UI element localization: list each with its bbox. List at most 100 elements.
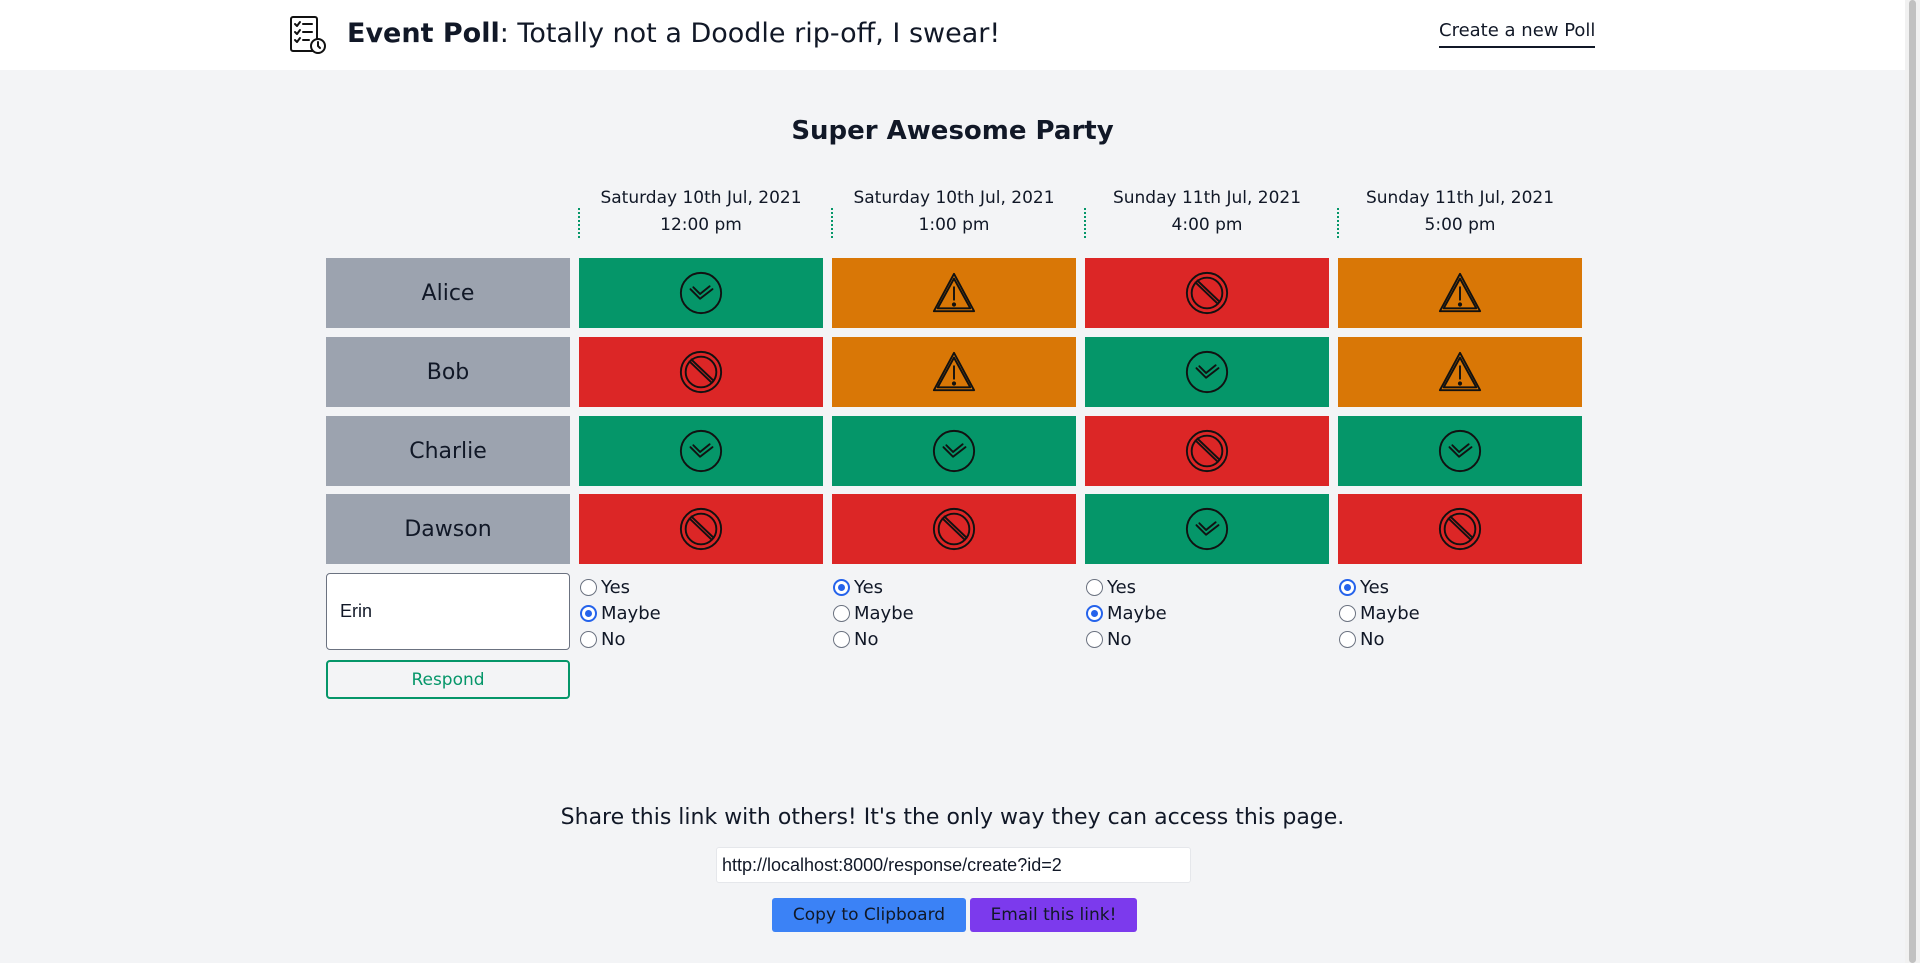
response-cell-yes [1085,494,1329,564]
response-cell-yes [1085,337,1329,407]
column-date: Sunday 11th Jul, 2021 [1112,188,1302,208]
create-new-poll-link[interactable]: Create a new Poll [1439,18,1596,48]
radio-label: Yes [854,576,884,598]
radio-option-yes[interactable]: Yes [1085,574,1305,600]
response-cell-yes [579,416,823,486]
radio-button[interactable] [1086,578,1103,596]
radio-button[interactable] [833,630,850,648]
check-circle-icon [1185,507,1229,551]
response-cell-yes [1338,416,1582,486]
poll-title: Super Awesome Party [791,116,1114,146]
checklist-clock-icon [290,16,326,54]
column-header: Saturday 10th Jul, 2021 1:00 pm [832,185,1076,239]
radio-button[interactable] [1086,604,1103,622]
column-header: Saturday 10th Jul, 2021 12:00 pm [579,185,823,239]
radio-option-no[interactable]: No [579,626,799,652]
radio-option-yes[interactable]: Yes [1338,574,1558,600]
check-circle-icon [679,271,723,315]
response-cell-no [832,494,1076,564]
availability-radio-group: Yes Maybe No [1085,574,1305,652]
respondent-name: Alice [326,258,570,328]
radio-label: Yes [601,576,631,598]
prohibited-icon [1438,507,1482,551]
radio-option-maybe[interactable]: Maybe [1085,600,1305,626]
respondent-name: Charlie [326,416,570,486]
respondent-name: Dawson [326,494,570,564]
radio-button[interactable] [1339,630,1356,648]
name-input[interactable] [326,573,570,650]
radio-button[interactable] [833,578,850,596]
radio-option-yes[interactable]: Yes [579,574,799,600]
radio-label: No [1107,628,1132,650]
check-circle-icon [932,429,976,473]
radio-option-maybe[interactable]: Maybe [832,600,1052,626]
radio-button[interactable] [580,604,597,622]
column-time: 5:00 pm [1424,215,1496,235]
column-divider [1337,208,1339,238]
check-circle-icon [1438,429,1482,473]
radio-label: Yes [1360,576,1390,598]
response-cell-no [1085,258,1329,328]
column-time: 4:00 pm [1171,215,1243,235]
column-time: 12:00 pm [660,215,742,235]
response-cell-maybe [1338,337,1582,407]
column-header: Sunday 11th Jul, 2021 5:00 pm [1338,185,1582,239]
radio-option-no[interactable]: No [1338,626,1558,652]
radio-button[interactable] [580,630,597,648]
copy-to-clipboard-button[interactable]: Copy to Clipboard [772,898,966,932]
radio-button[interactable] [1086,630,1103,648]
radio-label: No [601,628,626,650]
radio-label: Maybe [854,602,914,624]
prohibited-icon [1185,429,1229,473]
respondent-name: Bob [326,337,570,407]
column-divider [1084,208,1086,238]
email-link-button[interactable]: Email this link! [970,898,1137,932]
radio-label: Maybe [1360,602,1420,624]
response-cell-no [579,337,823,407]
scrollbar-thumb[interactable] [1909,0,1916,963]
share-instructions: Share this link with others! It's the on… [560,805,1345,830]
radio-button[interactable] [580,578,597,596]
column-header: Sunday 11th Jul, 2021 4:00 pm [1085,185,1329,239]
radio-option-maybe[interactable]: Maybe [579,600,799,626]
prohibited-icon [679,507,723,551]
response-cell-maybe [832,258,1076,328]
column-time: 1:00 pm [918,215,990,235]
radio-label: Maybe [1107,602,1167,624]
radio-option-no[interactable]: No [1085,626,1305,652]
warning-triangle-icon [932,272,976,313]
response-cell-no [1338,494,1582,564]
prohibited-icon [1185,271,1229,315]
radio-option-yes[interactable]: Yes [832,574,1052,600]
column-date: Saturday 10th Jul, 2021 [853,188,1055,208]
response-cell-no [1085,416,1329,486]
column-divider [831,208,833,238]
radio-button[interactable] [1339,578,1356,596]
prohibited-icon [932,507,976,551]
availability-radio-group: Yes Maybe No [1338,574,1558,652]
radio-label: Maybe [601,602,661,624]
share-link-field[interactable] [716,847,1191,883]
warning-triangle-icon [932,351,976,392]
availability-radio-group: Yes Maybe No [579,574,799,652]
radio-option-no[interactable]: No [832,626,1052,652]
radio-label: No [1360,628,1385,650]
radio-button[interactable] [1339,604,1356,622]
radio-option-maybe[interactable]: Maybe [1338,600,1558,626]
warning-triangle-icon [1438,272,1482,313]
column-date: Sunday 11th Jul, 2021 [1365,188,1555,208]
top-navbar: Event Poll: Totally not a Doodle rip-off… [0,0,1905,70]
check-circle-icon [1185,350,1229,394]
response-cell-yes [579,258,823,328]
response-cell-yes [832,416,1076,486]
app-title: Event Poll: Totally not a Doodle rip-off… [347,16,1000,52]
radio-button[interactable] [833,604,850,622]
respond-button[interactable]: Respond [326,660,570,699]
response-cell-no [579,494,823,564]
radio-label: No [854,628,879,650]
prohibited-icon [679,350,723,394]
warning-triangle-icon [1438,351,1482,392]
radio-label: Yes [1107,576,1137,598]
column-divider [578,208,580,238]
app-title-bold: Event Poll [347,18,500,49]
